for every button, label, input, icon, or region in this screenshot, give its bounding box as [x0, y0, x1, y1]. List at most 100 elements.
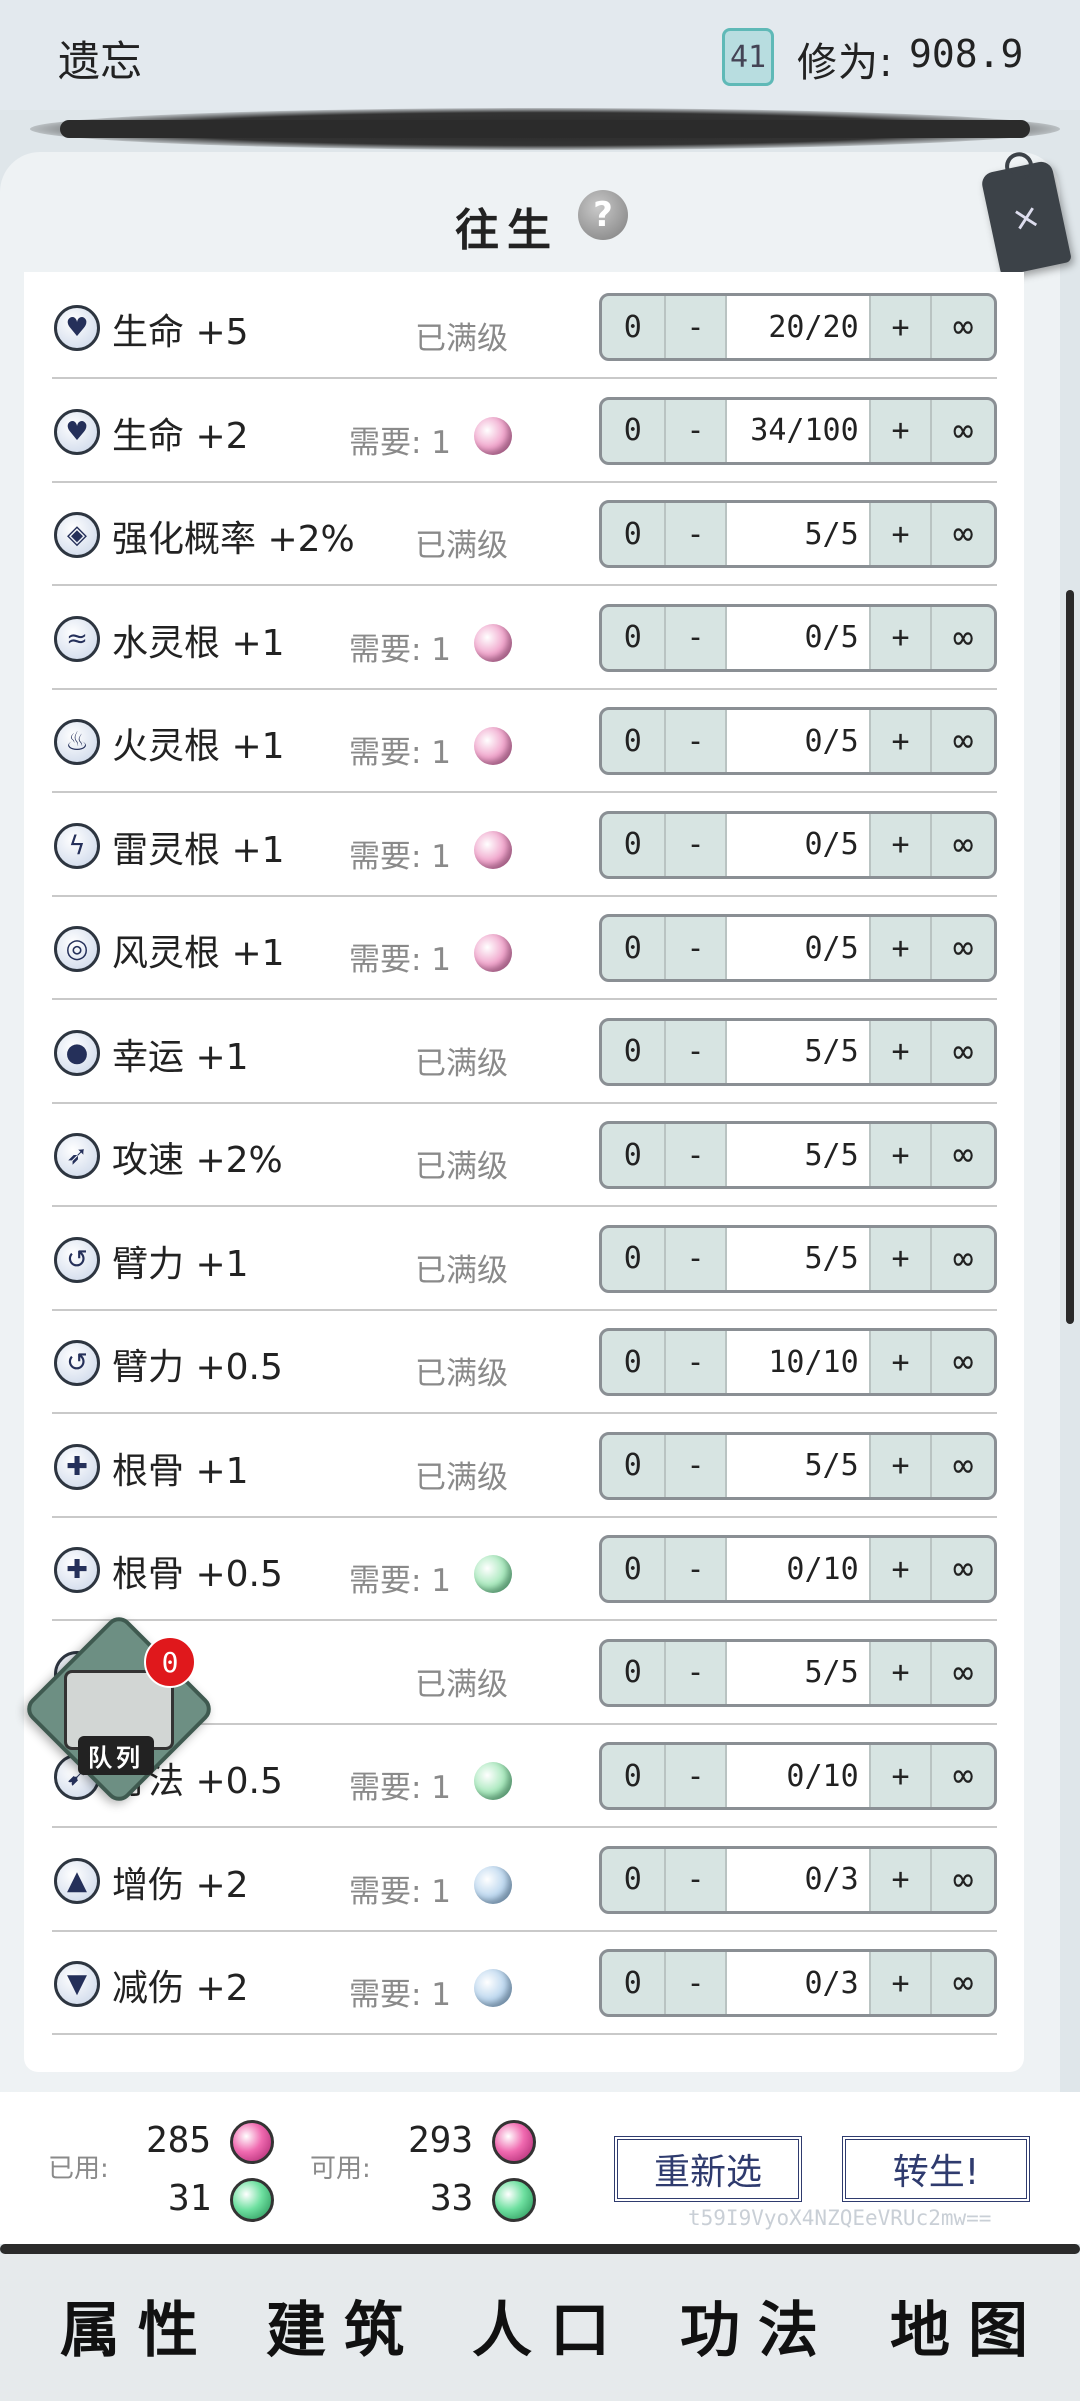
increment-button[interactable]: +	[871, 813, 933, 876]
decrement-button[interactable]: -	[666, 503, 728, 565]
max-button[interactable]: ∞	[932, 503, 994, 565]
decrement-button[interactable]: -	[666, 1331, 728, 1393]
upgrade-name: 风灵根 +1	[112, 933, 285, 974]
increment-button[interactable]: +	[871, 1641, 933, 1704]
increment-button[interactable]: +	[871, 1538, 933, 1600]
nav-population[interactable]: 人口	[472, 2282, 628, 2369]
increment-button[interactable]: +	[871, 399, 933, 462]
max-button[interactable]: ∞	[932, 814, 994, 876]
set-zero-button[interactable]: 0	[602, 296, 666, 358]
max-button[interactable]: ∞	[932, 1124, 994, 1186]
increment-button[interactable]: +	[871, 1331, 933, 1393]
arm-icon: ↺	[54, 1340, 100, 1386]
set-zero-button[interactable]: 0	[602, 1434, 666, 1497]
increment-button[interactable]: +	[871, 710, 933, 772]
set-zero-button[interactable]: 0	[602, 1952, 666, 2014]
increment-button[interactable]: +	[871, 1227, 933, 1290]
set-zero-button[interactable]: 0	[602, 1641, 666, 1704]
nav-attributes[interactable]: 属性	[60, 2282, 216, 2369]
set-zero-button[interactable]: 0	[602, 1020, 666, 1083]
decrement-button[interactable]: -	[666, 1538, 728, 1600]
increment-button[interactable]: +	[871, 503, 933, 565]
max-button[interactable]: ∞	[932, 1228, 994, 1290]
damage-down-icon: ▼	[54, 1961, 100, 2007]
increment-button[interactable]: +	[871, 606, 933, 669]
max-button[interactable]: ∞	[932, 296, 994, 358]
max-button[interactable]: ∞	[932, 1021, 994, 1083]
set-zero-button[interactable]: 0	[602, 710, 666, 772]
decrement-button[interactable]: -	[666, 1434, 728, 1497]
nav-buildings[interactable]: 建筑	[266, 2282, 422, 2369]
max-button[interactable]: ∞	[932, 1745, 994, 1807]
set-zero-button[interactable]: 0	[602, 503, 666, 565]
max-button[interactable]: ∞	[932, 400, 994, 462]
decrement-button[interactable]: -	[666, 813, 728, 876]
increment-button[interactable]: +	[871, 917, 933, 979]
attack-speed-icon: ➶	[54, 1133, 100, 1179]
max-button[interactable]: ∞	[932, 1952, 994, 2014]
increment-button[interactable]: +	[871, 1020, 933, 1083]
nav-map[interactable]: 地图	[890, 2282, 1046, 2369]
set-zero-button[interactable]: 0	[602, 399, 666, 462]
level-stepper: 0-0/5 + ∞	[599, 810, 997, 879]
increment-button[interactable]: +	[871, 296, 933, 358]
upgrade-name: 攻速 +2%	[112, 1140, 283, 1181]
max-button[interactable]: ∞	[932, 1642, 994, 1704]
decrement-button[interactable]: -	[666, 1952, 728, 2014]
increment-button[interactable]: +	[871, 1434, 933, 1497]
decrement-button[interactable]: -	[666, 399, 728, 462]
max-button[interactable]: ∞	[932, 1849, 994, 1911]
decrement-button[interactable]: -	[666, 1227, 728, 1290]
max-button[interactable]: ∞	[932, 917, 994, 979]
max-button[interactable]: ∞	[932, 1331, 994, 1393]
increment-button[interactable]: +	[871, 1952, 933, 2014]
set-zero-button[interactable]: 0	[602, 1124, 666, 1186]
set-zero-button[interactable]: 0	[602, 813, 666, 876]
upgrade-row: ◈ 强化概率 +2% 已满级 0-5/5 + ∞	[52, 482, 997, 586]
nav-skills[interactable]: 功法	[680, 2282, 836, 2369]
set-zero-button[interactable]: 0	[602, 606, 666, 669]
level-badge: 41	[722, 28, 774, 86]
queue-label[interactable]: 队列	[78, 1736, 154, 1775]
decrement-button[interactable]: -	[666, 1020, 728, 1083]
increment-button[interactable]: +	[871, 1745, 933, 1807]
set-zero-button[interactable]: 0	[602, 1745, 666, 1807]
scrollbar[interactable]	[1066, 590, 1074, 1324]
level-stepper: 0-34/100 + ∞	[599, 396, 997, 465]
requirement-label: 需要: 1	[349, 942, 452, 978]
level-stepper: 0-5/5 + ∞	[599, 500, 997, 568]
set-zero-button[interactable]: 0	[602, 1848, 666, 1911]
decrement-button[interactable]: -	[666, 1641, 728, 1704]
decrement-button[interactable]: -	[666, 1745, 728, 1807]
max-button[interactable]: ∞	[932, 710, 994, 772]
cultivation-value: 908.9	[909, 32, 1024, 76]
decrement-button[interactable]: -	[666, 1124, 728, 1186]
set-zero-button[interactable]: 0	[602, 1538, 666, 1600]
increment-button[interactable]: +	[871, 1124, 933, 1186]
set-zero-button[interactable]: 0	[602, 1227, 666, 1290]
enhance-icon: ◈	[54, 512, 100, 558]
max-button[interactable]: ∞	[932, 607, 994, 669]
decrement-button[interactable]: -	[666, 917, 728, 979]
set-zero-button[interactable]: 0	[602, 917, 666, 979]
decrement-button[interactable]: -	[666, 710, 728, 772]
available-label: 可用:	[310, 2154, 371, 2184]
max-button[interactable]: ∞	[932, 1538, 994, 1600]
decrement-button[interactable]: -	[666, 606, 728, 669]
reselect-button[interactable]: 重新选	[614, 2136, 802, 2202]
upgrade-name: 火灵根 +1	[112, 726, 285, 767]
max-level-status: 已满级	[415, 1149, 508, 1185]
decrement-button[interactable]: -	[666, 296, 728, 358]
max-button[interactable]: ∞	[932, 1435, 994, 1497]
set-zero-button[interactable]: 0	[602, 1331, 666, 1393]
level-value: 5/5	[727, 1227, 871, 1290]
requirement-label: 需要: 1	[349, 735, 452, 771]
heart-icon: ♥	[54, 305, 100, 351]
thunder-icon: ϟ	[54, 822, 100, 869]
increment-button[interactable]: +	[871, 1848, 933, 1911]
rebirth-button[interactable]: 转生!	[842, 2136, 1030, 2202]
max-level-status: 已满级	[415, 1356, 508, 1392]
help-icon[interactable]: ?	[578, 190, 628, 240]
decrement-button[interactable]: -	[666, 1848, 728, 1911]
max-level-status: 已满级	[415, 1045, 508, 1082]
